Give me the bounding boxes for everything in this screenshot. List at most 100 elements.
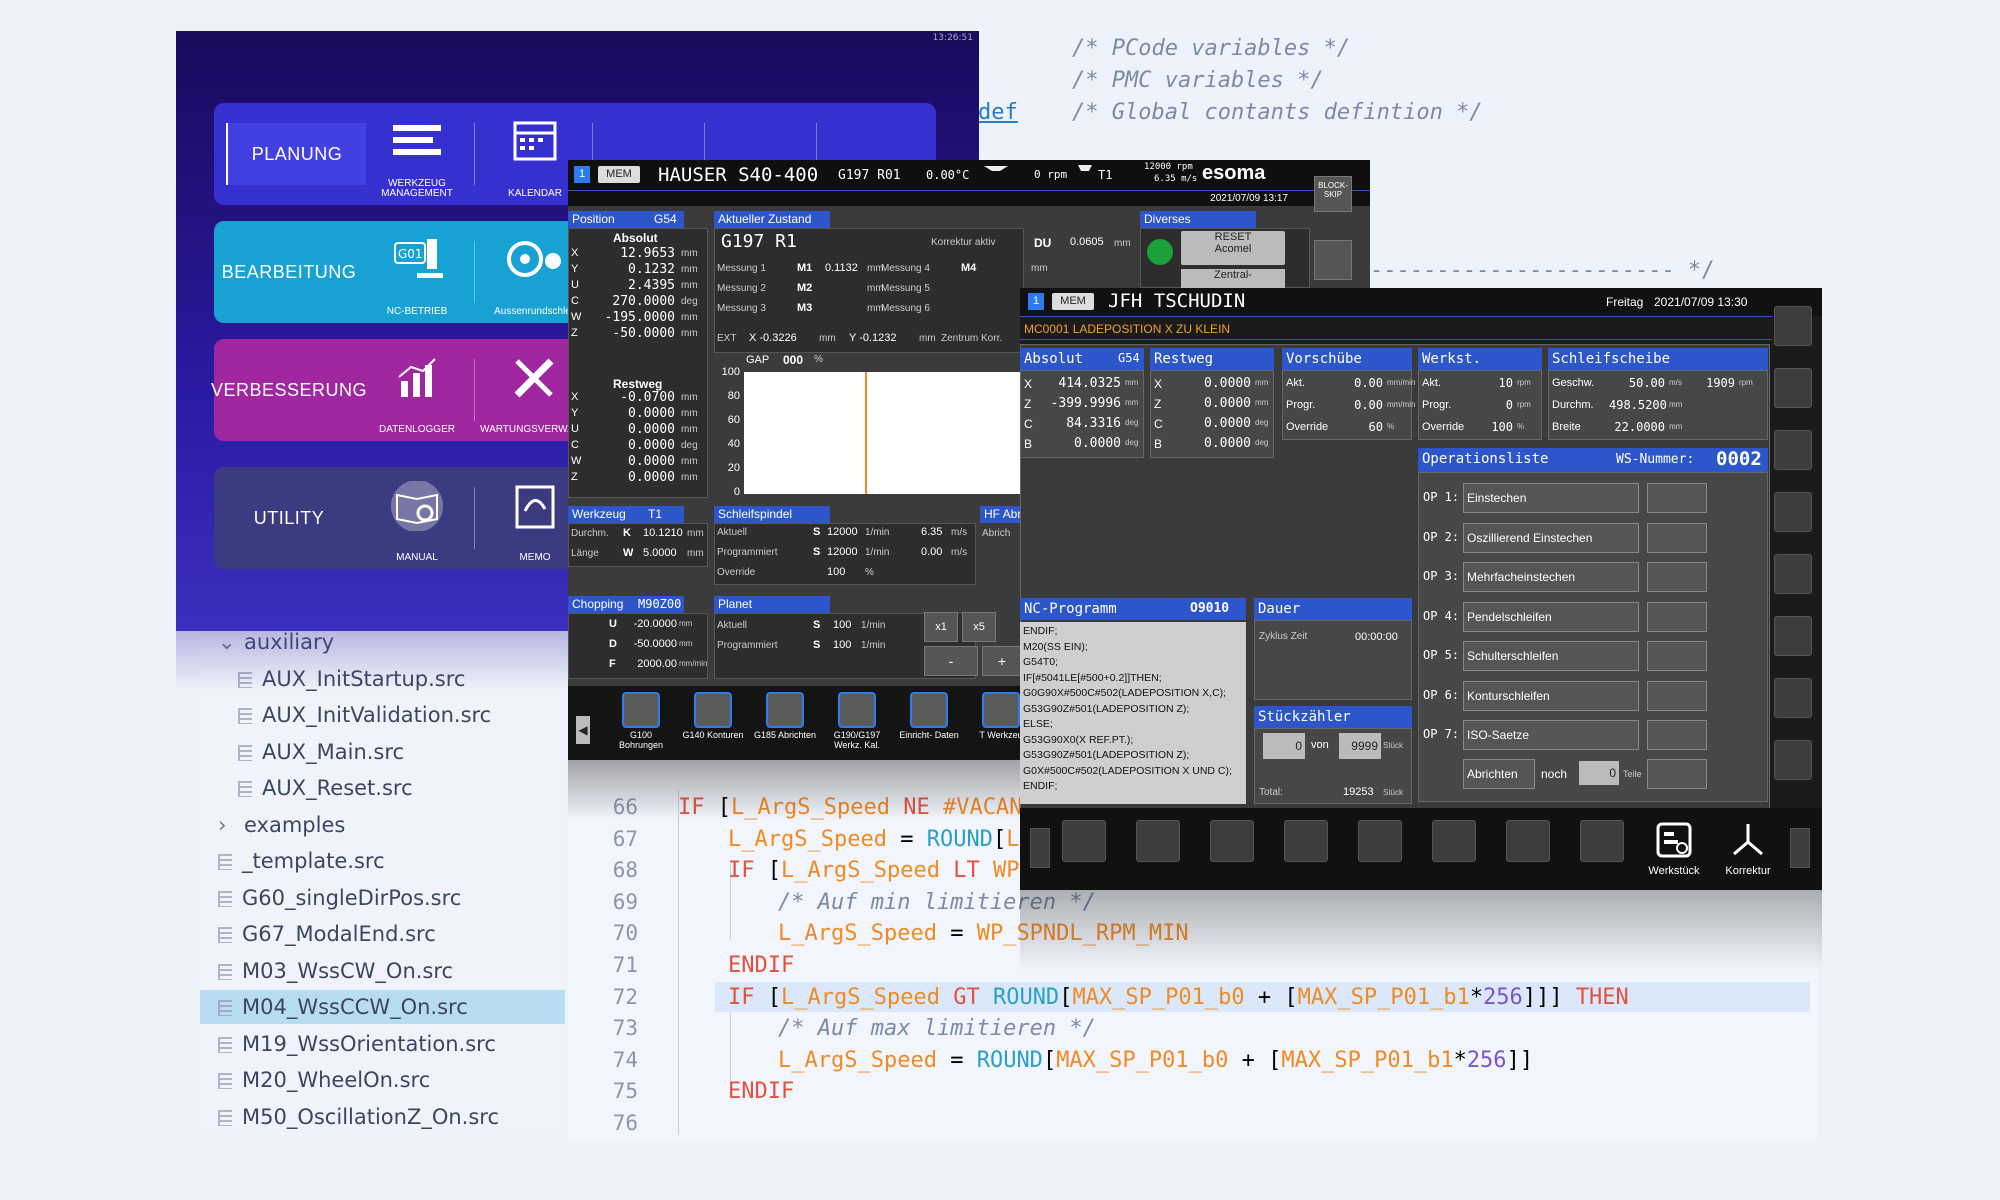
side-button[interactable] [1774,430,1812,470]
vorschub-unit: mm/min [1387,378,1416,387]
op-name-box[interactable]: ISO-Saetze [1463,720,1639,750]
tree-item[interactable]: M03_WssCW_On.src [200,954,565,988]
tree-item[interactable]: M20_WheelOn.src [200,1063,565,1097]
softkey-korrektur[interactable]: Korrektur [1718,820,1778,880]
code-line[interactable]: IF [L_ArgS_Speed GT ROUND[MAX_SP_P01_b0 … [728,985,1629,1010]
planet-x5-button[interactable]: x5 [962,612,996,642]
spindel-label: Programmiert [717,547,778,558]
op-name-box[interactable]: Mehrfacheinstechen [1463,562,1639,592]
side-button[interactable] [1774,740,1812,780]
tree-item-label: _template.src [242,849,385,873]
code-line[interactable]: L_ArgS_Speed = ROUND[L_ [728,827,1033,852]
tree-item[interactable]: M19_WssOrientation.src [200,1027,565,1061]
reset-button[interactable]: RESET Acomel [1181,231,1285,265]
side-button[interactable] [1774,554,1812,594]
planet-plus-button[interactable]: + [982,646,1022,676]
side-button[interactable] [1774,368,1812,408]
op-extra-box[interactable] [1647,483,1707,513]
block-skip-button[interactable]: BLOCK-SKIP [1314,176,1352,212]
softkey-button[interactable]: G100 Bohrungen [608,690,674,758]
op-name-box[interactable]: Pendelschleifen [1463,601,1639,632]
restweg-axis: C [1154,417,1163,431]
code-line[interactable]: ENDIF [728,1079,794,1104]
op-name-box[interactable]: Oszillierend Einstechen [1463,522,1639,553]
tree-item[interactable]: AUX_InitValidation.src [200,698,565,732]
schleifscheibe-label: Durchm. [1552,399,1594,411]
op-extra-box[interactable] [1647,720,1707,750]
op-name-box[interactable]: Schulterschleifen [1463,641,1639,671]
laenge-unit: mm [687,548,704,559]
softkey-label: G140 Konturen [682,730,744,740]
softkey-button[interactable] [1062,820,1106,862]
position-value: 0.1232 [628,262,675,277]
tree-item[interactable]: G67_ModalEnd.src [200,917,565,951]
op-extra-box[interactable] [1647,759,1707,789]
softkey-button[interactable] [1136,820,1180,862]
op-id: OP 7: [1423,727,1460,741]
file-icon [238,781,252,797]
planet-minus-button[interactable]: - [924,646,978,676]
op-extra-box[interactable] [1647,601,1707,632]
stueck-target[interactable]: 9999 [1339,733,1381,759]
softkey-button[interactable]: G190/G197 Werkz. Kal. [824,690,890,758]
softkey-button[interactable] [1210,820,1254,862]
softkey-button[interactable]: Einricht- Daten [896,690,962,758]
file-icon [238,744,252,761]
op-extra-box[interactable] [1647,522,1707,553]
noch-value[interactable]: 0 [1579,761,1619,785]
softkey-button[interactable]: G140 Konturen [680,690,746,758]
softkey-prev-button[interactable] [1030,828,1050,868]
launcher-row-label-bearbeitung[interactable]: BEARBEITUNG [214,221,364,323]
softkey-button[interactable] [1580,820,1624,862]
code-line[interactable]: L_ArgS_Speed = WP_SPNDL_RPM_MIN [778,921,1189,946]
tree-item[interactable]: _template.src [200,844,565,878]
tree-item[interactable]: M50_OscillationZ_On.src [200,1100,565,1134]
op-extra-box[interactable] [1647,641,1707,671]
tree-item[interactable]: AUX_InitStartup.src [200,662,565,696]
softkey-button[interactable] [1358,820,1402,862]
softkey-button[interactable]: G185 Abrichten [752,690,818,758]
side-button[interactable] [1774,492,1812,532]
op-name-box[interactable]: Konturschleifen [1463,680,1639,711]
softkey-button[interactable] [1506,820,1550,862]
launcher-row-label-verbesserung[interactable]: VERBESSERUNG [211,339,367,441]
side-button[interactable] [1314,240,1352,280]
side-button[interactable] [1774,616,1812,656]
file-icon [238,671,252,688]
op-extra-box[interactable] [1647,680,1707,711]
code-line[interactable]: L_ArgS_Speed = ROUND[MAX_SP_P01_b0 + [MA… [778,1048,1533,1073]
softkey-button[interactable] [1284,820,1328,862]
code-line[interactable]: IF [L_ArgS_Speed NE #VACANT [678,795,1036,820]
softkey-werkstueck[interactable]: Werkstück [1644,820,1704,880]
position-unit: mm [681,312,698,323]
code-comment-pmc: /* PMC variables */ [1072,68,1324,93]
op-extra-box[interactable] [1647,562,1707,592]
launcher-row-label-utility[interactable]: UTILITY [214,467,364,569]
softkey-prev-button[interactable]: ◀ [576,716,590,744]
tree-item[interactable]: G60_singleDirPos.src [200,881,565,915]
abrichten-button[interactable]: Abrichten [1463,759,1535,789]
tile-nc-betrieb[interactable]: G01 NC-BETRIEB [362,221,472,323]
side-button[interactable] [1774,678,1812,718]
code-line[interactable]: ENDIF [728,953,794,978]
tree-item[interactable]: › examples [200,808,565,842]
softkey-next-button[interactable] [1790,828,1810,868]
code-line[interactable]: IF [L_ArgS_Speed LT WP_ [728,858,1033,883]
tree-item[interactable]: M04_WssCCW_On.src [200,990,565,1024]
planet-code: S [813,619,821,631]
side-button[interactable] [1774,306,1812,346]
softkey-button[interactable] [1432,820,1476,862]
tree-item[interactable]: AUX_Main.src [200,735,565,769]
op-name-box[interactable]: Einstechen [1463,483,1639,513]
tile-manual[interactable]: MANUAL [362,467,472,569]
zentral-button[interactable]: Zentral- [1181,269,1285,289]
tile-datenlogger[interactable]: DATENLOGGER [362,339,472,441]
tile-werkzeug-management[interactable]: WERKZEUG MANAGEMENT [362,103,472,205]
tree-item[interactable]: AUX_Reset.src [200,771,565,805]
code-line[interactable]: /* Auf min limitieren */ [778,890,1096,915]
softkey-label: G185 Abrichten [753,730,817,740]
code-line[interactable]: /* Auf max limitieren */ [778,1016,1096,1041]
planet-x1-button[interactable]: x1 [924,612,958,642]
stueck-count[interactable]: 0 [1263,733,1305,759]
launcher-row-label-planung[interactable]: PLANUNG [226,123,366,185]
